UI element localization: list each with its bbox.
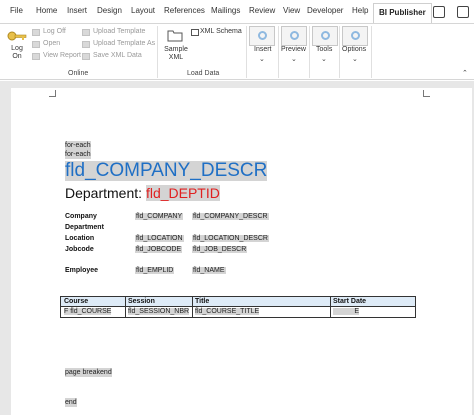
- upload-template-as-button[interactable]: Upload Template As: [93, 40, 155, 47]
- location-label: Location: [65, 235, 95, 242]
- upload-template-button[interactable]: Upload Template: [93, 28, 145, 35]
- department-label: Department:: [65, 185, 143, 201]
- view-report-icon: [32, 53, 40, 60]
- comments-icon[interactable]: [433, 6, 445, 18]
- share-icon[interactable]: [457, 6, 469, 18]
- tab-help[interactable]: Help: [352, 6, 368, 15]
- sample-xml-button[interactable]: Sample XML: [161, 26, 189, 66]
- sample-xml-label: Sample XML: [164, 46, 188, 61]
- location-descr-field[interactable]: fld_LOCATION_DESCR: [192, 235, 269, 242]
- xml-schema-icon: [191, 29, 199, 36]
- course-title-field[interactable]: fld_COURSE_TITLE: [195, 308, 260, 315]
- tab-home[interactable]: Home: [36, 6, 57, 15]
- job-descr-field[interactable]: fld_JOB_DESCR: [192, 246, 248, 253]
- company-descr-field[interactable]: fld_COMPANY_DESCR: [192, 213, 269, 220]
- tab-mailings[interactable]: Mailings: [211, 6, 240, 15]
- table-header-session: Session: [128, 298, 155, 305]
- insert-button[interactable]: [249, 26, 275, 46]
- tools-button[interactable]: [312, 26, 338, 46]
- table-divider: [330, 297, 331, 317]
- preview-button[interactable]: [281, 26, 307, 46]
- page-break-field[interactable]: page breakend: [65, 368, 112, 377]
- table-divider: [192, 297, 193, 317]
- upload-template-as-icon: [82, 41, 90, 48]
- location-code-field[interactable]: fld_LOCATION: [135, 235, 184, 242]
- ribbon-separator: [246, 26, 247, 78]
- chevron-down-icon[interactable]: ⌄: [291, 55, 297, 63]
- ribbon-separator: [309, 26, 310, 78]
- chevron-down-icon[interactable]: ⌄: [321, 55, 327, 63]
- course-table: Course Session Title Start Date F fld_CO…: [60, 296, 416, 318]
- table-header-start-date: Start Date: [333, 298, 367, 305]
- tab-references[interactable]: References: [164, 6, 205, 15]
- online-group-label: Online: [68, 70, 89, 77]
- log-off-button[interactable]: Log Off: [43, 28, 66, 35]
- margin-mark: [49, 90, 56, 97]
- ribbon-tab-bar: File Home Insert Design Layout Reference…: [0, 0, 474, 24]
- session-nbr-field[interactable]: fld_SESSION_NBR: [128, 308, 190, 315]
- key-icon: [7, 31, 27, 41]
- preview-label: Preview: [281, 46, 306, 53]
- tab-layout[interactable]: Layout: [131, 6, 155, 15]
- for-each-field[interactable]: for-each: [65, 141, 91, 150]
- insert-icon: [258, 31, 267, 40]
- insert-label: Insert: [254, 46, 272, 53]
- employee-label: Employee: [65, 267, 99, 274]
- options-label: Options: [342, 46, 367, 53]
- view-report-button[interactable]: View Report: [43, 52, 81, 59]
- for-each-field[interactable]: for-each: [65, 150, 91, 159]
- tab-insert[interactable]: Insert: [67, 6, 87, 15]
- company-code-field[interactable]: fld_COMPANY: [135, 213, 184, 220]
- jobcode-field[interactable]: fld_JOBCODE: [135, 246, 183, 253]
- save-xml-data-icon: [82, 53, 90, 60]
- course-field[interactable]: F fld_COURSE: [64, 308, 112, 315]
- ribbon-separator: [339, 26, 340, 78]
- emplid-field[interactable]: fld_EMPLID: [135, 267, 175, 274]
- tab-design[interactable]: Design: [97, 6, 122, 15]
- logon-label: Log On: [11, 45, 23, 60]
- tab-file[interactable]: File: [10, 6, 23, 15]
- options-button[interactable]: [342, 26, 368, 46]
- table-header-title: Title: [195, 298, 210, 305]
- tab-bi-publisher[interactable]: BI Publisher: [373, 3, 432, 24]
- tab-review[interactable]: Review: [249, 6, 275, 15]
- jobcode-label: Jobcode: [65, 246, 94, 253]
- table-header-course: Course: [64, 298, 89, 305]
- department-row-label: Department: [65, 224, 104, 231]
- logon-button[interactable]: Log On: [4, 26, 28, 66]
- chevron-down-icon[interactable]: ⌄: [352, 55, 358, 63]
- tools-icon: [321, 31, 330, 40]
- preview-icon: [290, 31, 299, 40]
- log-off-icon: [32, 29, 40, 36]
- ribbon-separator: [157, 26, 158, 78]
- tab-developer[interactable]: Developer: [307, 6, 343, 15]
- ribbon-panel: Log On Log Off Open View Report Upload T…: [0, 23, 474, 80]
- load-data-group-label: Load Data: [187, 70, 220, 77]
- department-field[interactable]: fld_DEPTID: [145, 185, 220, 201]
- tab-view[interactable]: View: [283, 6, 300, 15]
- company-label: Company: [65, 213, 97, 220]
- ribbon-separator: [278, 26, 279, 78]
- end-field[interactable]: E: [333, 308, 359, 315]
- open-button[interactable]: Open: [43, 40, 60, 47]
- table-divider: [125, 297, 126, 317]
- name-field[interactable]: fld_NAME: [192, 267, 226, 274]
- collapse-ribbon-icon[interactable]: ⌃: [462, 69, 468, 77]
- options-icon: [351, 31, 360, 40]
- ribbon-separator: [371, 26, 372, 78]
- end-field[interactable]: end: [65, 398, 77, 407]
- upload-template-icon: [82, 29, 90, 36]
- open-icon: [32, 41, 40, 48]
- xml-schema-button[interactable]: XML Schema: [200, 28, 242, 35]
- save-xml-data-button[interactable]: Save XML Data: [93, 52, 142, 59]
- tools-label: Tools: [316, 46, 333, 53]
- chevron-down-icon[interactable]: ⌄: [259, 55, 265, 63]
- department-line: Department: fld_DEPTID: [65, 185, 220, 201]
- folder-icon: [167, 30, 183, 42]
- margin-mark: [423, 90, 430, 97]
- company-descr-field[interactable]: fld_COMPANY_DESCR: [65, 161, 268, 181]
